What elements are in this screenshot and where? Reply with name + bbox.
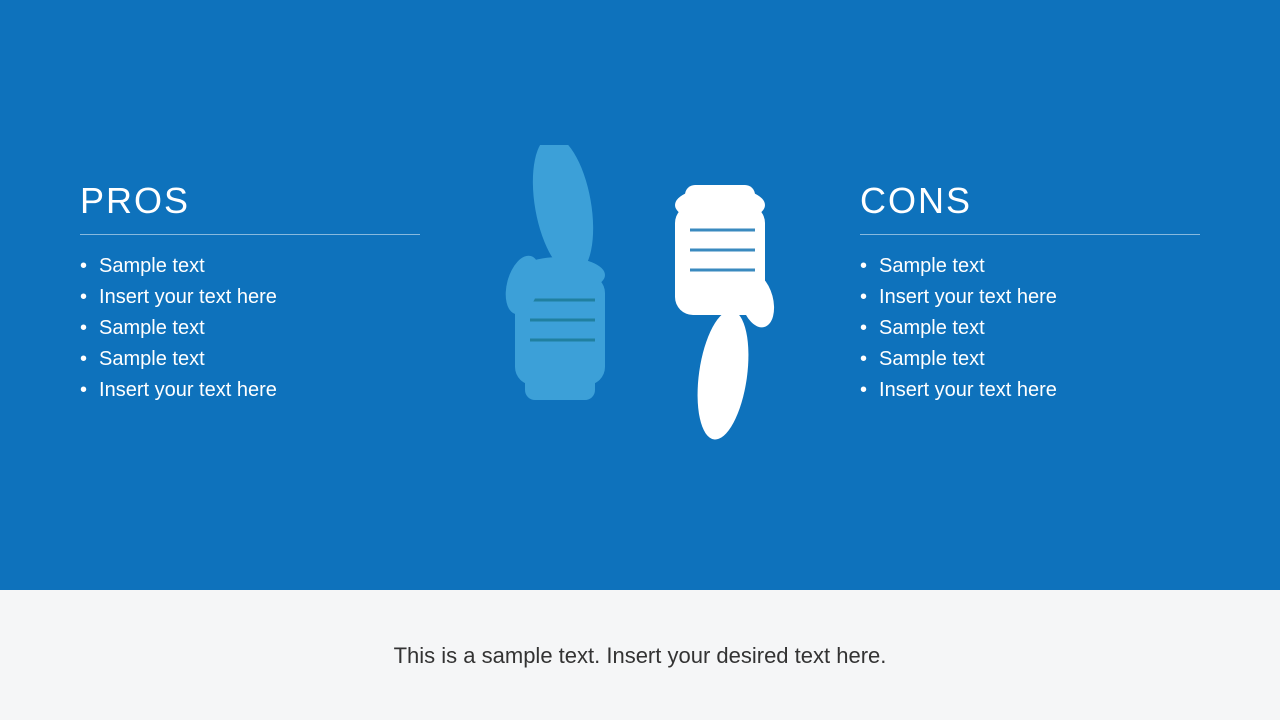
pros-section: PROS Sample text Insert your text here S…: [80, 180, 420, 410]
pros-divider: [80, 234, 420, 235]
cons-item-2[interactable]: Insert your text here: [860, 286, 1200, 309]
pros-item-4[interactable]: Sample text: [80, 348, 420, 371]
pros-item-1[interactable]: Sample text: [80, 255, 420, 278]
thumbs-up-icon: [475, 145, 635, 445]
pros-item-5[interactable]: Insert your text here: [80, 379, 420, 402]
cons-item-4[interactable]: Sample text: [860, 348, 1200, 371]
cons-item-3[interactable]: Sample text: [860, 317, 1200, 340]
cons-item-5[interactable]: Insert your text here: [860, 379, 1200, 402]
footer-section: This is a sample text. Insert your desir…: [0, 590, 1280, 720]
thumbs-down-icon: [645, 145, 805, 445]
cons-section: CONS Sample text Insert your text here S…: [860, 180, 1200, 410]
pros-item-2[interactable]: Insert your text here: [80, 286, 420, 309]
pros-list: Sample text Insert your text here Sample…: [80, 255, 420, 402]
pros-title: PROS: [80, 180, 420, 222]
icons-center: [420, 145, 860, 445]
cons-list: Sample text Insert your text here Sample…: [860, 255, 1200, 402]
cons-divider: [860, 234, 1200, 235]
footer-text[interactable]: This is a sample text. Insert your desir…: [394, 639, 887, 672]
pros-item-3[interactable]: Sample text: [80, 317, 420, 340]
main-section: PROS Sample text Insert your text here S…: [0, 0, 1280, 590]
cons-title: CONS: [860, 180, 1200, 222]
cons-item-1[interactable]: Sample text: [860, 255, 1200, 278]
